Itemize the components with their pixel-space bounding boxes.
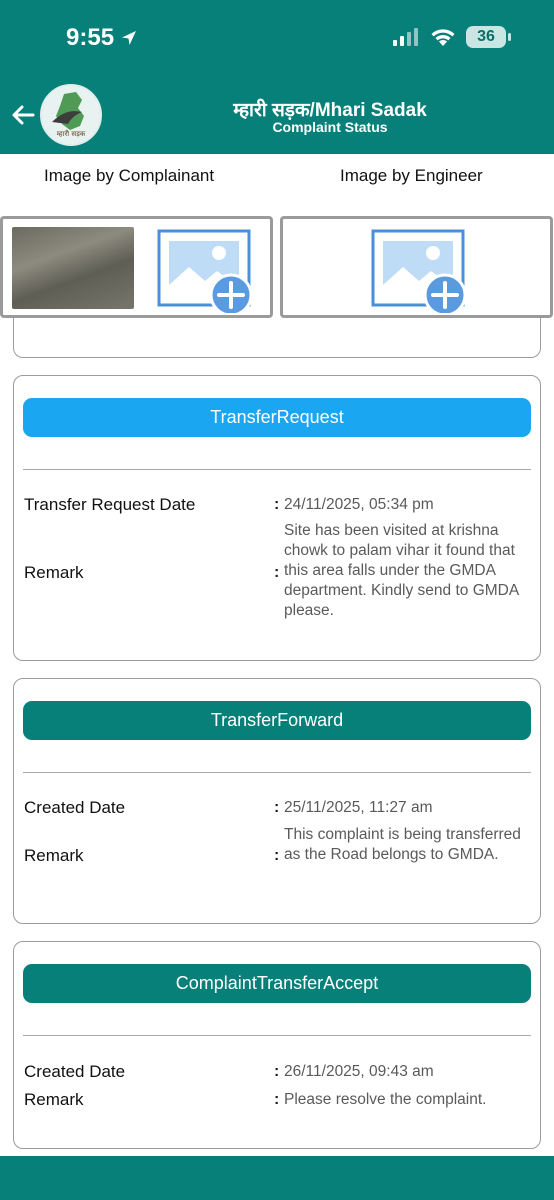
colon: : — [274, 496, 280, 513]
location-arrow-icon — [122, 31, 137, 45]
status-pill: TransferRequest — [23, 398, 531, 437]
status-pill-label: TransferForward — [210, 710, 344, 730]
remark-value: This complaint is being transferred as t… — [284, 826, 521, 863]
app-logo: म्हारी सड़क — [40, 84, 102, 146]
status-card-transfer-forward: TransferForward Created Date : 25/11/202… — [13, 678, 541, 924]
remark-value: Please resolve the complaint. — [284, 1091, 487, 1108]
colon: : — [274, 799, 280, 816]
complainant-image-box — [0, 216, 273, 318]
transfer-request-date-label: Transfer Request Date — [24, 495, 196, 514]
haryana-map-logo-icon: म्हारी सड़क — [52, 92, 86, 138]
clock-text: 9:55 — [66, 24, 115, 51]
colon: : — [274, 1091, 280, 1108]
created-date-label: Created Date — [24, 798, 126, 817]
logo-text: म्हारी सड़क — [57, 129, 86, 138]
status-card-complaint-transfer-accept: ComplaintTransferAccept Created Date : 2… — [13, 941, 541, 1149]
complainant-image-label: Image by Complainant — [44, 166, 215, 185]
previous-card-bottom — [13, 318, 541, 358]
status-pill-label: TransferRequest — [210, 407, 344, 427]
created-date-value: 25/11/2025, 11:27 am — [284, 799, 433, 816]
divider — [23, 469, 531, 470]
status-pill: ComplaintTransferAccept — [23, 964, 531, 1003]
created-date-value: 26/11/2025, 09:43 am — [284, 1063, 434, 1080]
engineer-image-box — [280, 216, 553, 318]
complainant-photo[interactable] — [12, 227, 134, 309]
remark-value: Site has been visited at krishna chowk t… — [284, 522, 519, 619]
back-arrow-icon — [12, 105, 35, 125]
page-subtitle: Complaint Status — [272, 119, 388, 135]
status-bar-time: 9:55 — [66, 24, 138, 52]
engineer-image-label: Image by Engineer — [340, 166, 483, 185]
status-pill: TransferForward — [23, 701, 531, 740]
battery-indicator: 36 — [466, 26, 511, 48]
battery-level-text: 36 — [477, 28, 495, 45]
cellular-signal-icon — [393, 28, 418, 46]
status-bar-icons: 36 — [392, 26, 511, 48]
add-image-icon[interactable] — [157, 229, 255, 313]
remark-label: Remark — [24, 563, 84, 582]
app-header: 9:55 36 म्हारी सड़क म्हारी सड़क/Mhari Sa… — [0, 0, 554, 154]
back-button[interactable] — [8, 98, 38, 132]
remark-label: Remark — [24, 846, 84, 865]
divider — [23, 1035, 531, 1036]
colon: : — [274, 847, 280, 864]
transfer-request-date-value: 24/11/2025, 05:34 pm — [284, 496, 434, 513]
add-image-icon[interactable] — [371, 229, 469, 313]
colon: : — [274, 1063, 280, 1080]
complaint-status-screen: 9:55 36 म्हारी सड़क म्हारी सड़क/Mhari Sa… — [0, 0, 554, 1200]
remark-label: Remark — [24, 1090, 84, 1109]
status-card-transfer-request: TransferRequest Transfer Request Date : … — [13, 375, 541, 661]
status-pill-label: ComplaintTransferAccept — [175, 973, 379, 993]
colon: : — [274, 564, 280, 581]
divider — [23, 772, 531, 773]
wifi-icon — [431, 29, 455, 46]
created-date-label: Created Date — [24, 1062, 126, 1081]
bottom-bar — [0, 1156, 554, 1200]
